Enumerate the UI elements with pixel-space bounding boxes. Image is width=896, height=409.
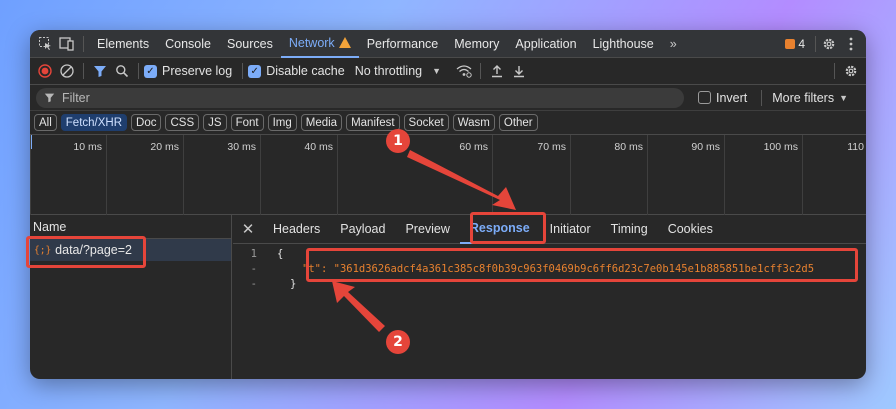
more-filters-dropdown[interactable]: More filters [772,91,834,105]
chip-all[interactable]: All [34,114,57,131]
issues-badge[interactable]: 4 [785,37,805,51]
timeline-tick-label: 80 ms [614,141,643,153]
request-details: ✕ Headers Payload Preview Response Initi… [233,215,866,379]
devtools-window: Elements Console Sources Network Perform… [30,30,866,379]
timeline-tick-label: 90 ms [691,141,720,153]
tab-cookies[interactable]: Cookies [658,215,723,244]
chip-media[interactable]: Media [300,114,343,131]
network-conditions-wifi-icon[interactable] [453,60,475,82]
request-highlight-box [26,236,146,268]
resource-type-filters: All Fetch/XHR Doc CSS JS Font Img Media … [30,111,866,135]
export-har-download-icon[interactable] [508,60,530,82]
chip-img[interactable]: Img [267,114,297,131]
step-2-badge: 2 [386,330,410,354]
timeline-tick-label: 100 ms [763,141,798,153]
timeline-tick-label: 60 ms [459,141,488,153]
chip-socket[interactable]: Socket [403,114,449,131]
filter-input[interactable]: Filter [36,87,684,108]
more-filters-chevron-down-icon: ▼ [839,92,849,103]
timeline-tick: 80 ms [570,135,647,215]
close-brace: } [290,277,297,290]
timeline-tick-label: 40 ms [304,141,333,153]
more-tabs-icon[interactable]: » [662,30,685,58]
devtools-tab-bar: Elements Console Sources Network Perform… [30,30,866,58]
device-toolbar-icon[interactable] [56,33,78,55]
inspect-element-icon[interactable] [34,33,56,55]
timeline-tick-label: 30 ms [227,141,256,153]
chip-css[interactable]: CSS [165,114,200,131]
timeline-tick: 30 ms [183,135,260,215]
import-har-upload-icon[interactable] [486,60,508,82]
line-number: - [250,277,257,290]
invert-label: Invert [716,90,748,105]
tab-memory[interactable]: Memory [446,30,507,58]
timeline-tick-label: 70 ms [537,141,566,153]
throttling-chevron-down-icon: ▼ [432,66,442,76]
issues-count: 4 [798,36,805,51]
clear-icon[interactable] [56,60,78,82]
timeline-tick: 20 ms [106,135,183,215]
chip-wasm[interactable]: Wasm [452,114,495,131]
detail-tab-bar: ✕ Headers Payload Preview Response Initi… [233,215,866,244]
tab-initiator[interactable]: Initiator [540,215,601,244]
tab-performance[interactable]: Performance [359,30,447,58]
step-1-badge: 1 [386,129,410,153]
invert-checkbox[interactable] [698,91,711,104]
timeline-tick: 60 ms [337,135,492,215]
timeline-tick-label: 20 ms [150,141,179,153]
tab-timing[interactable]: Timing [601,215,658,244]
line-number: 1 [250,247,257,260]
timeline-tick-label: 10 ms [73,141,102,153]
preserve-log-label: Preserve log [162,64,233,78]
requests-and-details: Name {;} data/?page=2 ✕ Headers Payload … [30,215,866,379]
timeline-tick-label: 110 [847,141,864,153]
network-settings-gear-icon[interactable] [840,60,862,82]
response-value-highlight-box [306,248,858,282]
chip-js[interactable]: JS [203,114,227,131]
filter-placeholder: Filter [62,90,90,105]
chip-fetch-xhr[interactable]: Fetch/XHR [60,114,128,131]
timeline-tick: 10 ms [30,135,106,215]
network-toolbar: ✓ Preserve log ✓ Disable cache No thrott… [30,58,866,85]
timeline-tick: 90 ms [647,135,724,215]
timeline-tick: 40 ms [260,135,337,215]
tab-elements[interactable]: Elements [89,30,157,58]
issues-icon [785,38,796,49]
chip-manifest[interactable]: Manifest [346,114,400,131]
disable-cache-checkbox[interactable]: ✓ [248,64,262,78]
filter-bar: Filter Invert More filters ▼ [30,85,866,111]
timeline-overview[interactable]: 10 ms 20 ms 30 ms 40 ms 60 ms 70 ms 80 m… [30,135,866,215]
open-brace: { [277,247,284,260]
filter-icon [44,93,55,103]
chip-doc[interactable]: Doc [131,114,162,131]
close-icon[interactable]: ✕ [233,220,263,238]
tab-preview[interactable]: Preview [395,215,459,244]
timeline-tick: 110 [802,135,866,215]
tab-payload[interactable]: Payload [330,215,395,244]
line-number: - [250,262,257,275]
chip-font[interactable]: Font [230,114,264,131]
timeline-tick: 100 ms [724,135,802,215]
response-tab-highlight-box [470,212,546,244]
filter-funnel-icon[interactable] [89,60,111,82]
search-icon[interactable] [111,60,133,82]
tab-network[interactable]: Network [280,30,359,58]
tab-headers[interactable]: Headers [263,215,330,244]
warning-icon [338,37,351,48]
timeline-tick: 70 ms [492,135,570,215]
tab-console[interactable]: Console [157,30,219,58]
tab-network-label: Network [288,35,335,50]
throttling-select[interactable]: No throttling [355,64,422,78]
record-stop-icon[interactable] [34,60,56,82]
tab-sources[interactable]: Sources [219,30,281,58]
settings-gear-icon[interactable] [818,33,840,55]
tab-application[interactable]: Application [507,30,584,58]
preserve-log-checkbox[interactable]: ✓ [144,64,157,78]
more-menu-icon[interactable] [840,33,862,55]
disable-cache-label: Disable cache [266,64,345,78]
chip-other[interactable]: Other [498,114,538,131]
tab-lighthouse[interactable]: Lighthouse [585,30,662,58]
